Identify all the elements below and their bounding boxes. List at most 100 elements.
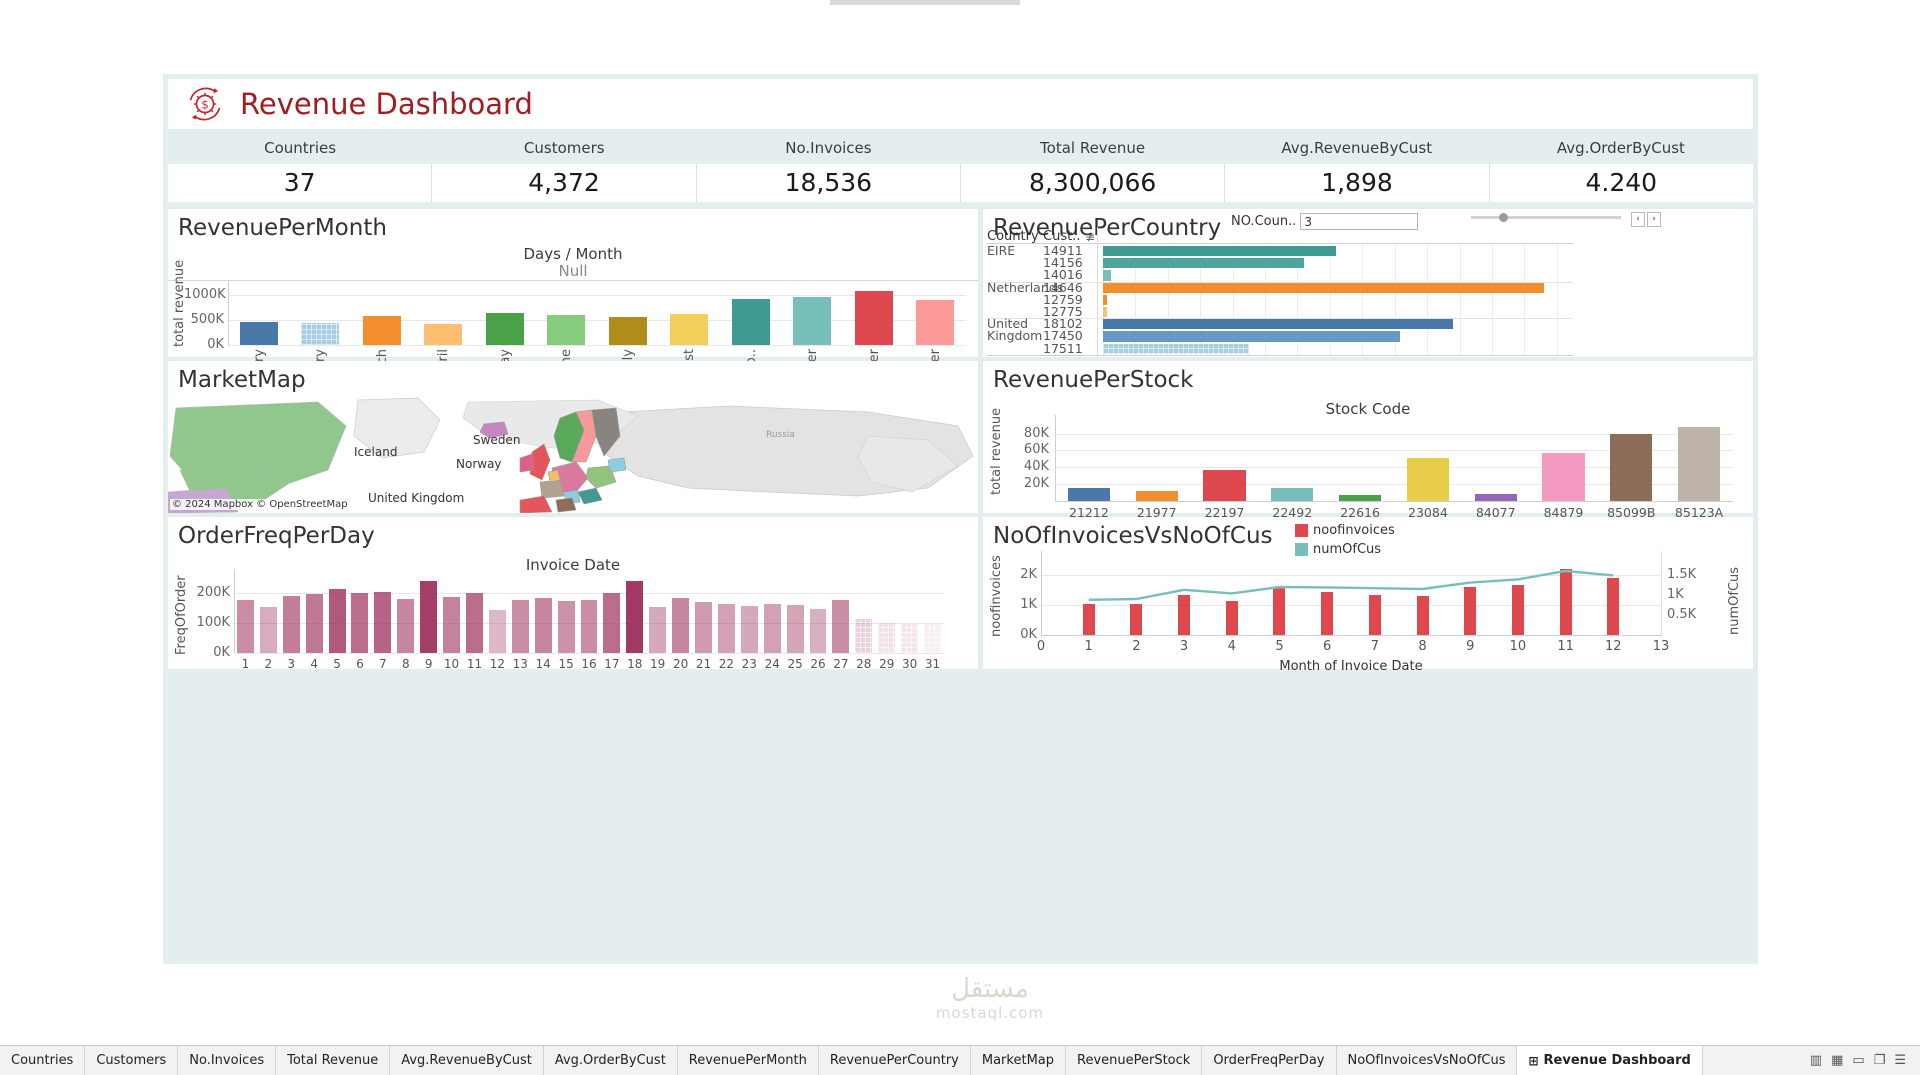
sheet-list-icon[interactable]: ☰ <box>1894 1053 1906 1068</box>
tab-avg-orderbycust[interactable]: Avg.OrderByCust <box>544 1046 678 1075</box>
duplicate-sheet-icon[interactable]: ❐ <box>1874 1053 1886 1068</box>
bar-85099B[interactable] <box>1610 434 1652 501</box>
bar-22197[interactable] <box>1203 470 1245 501</box>
bar-day-6[interactable] <box>351 593 368 653</box>
kpi-value-customers: 4,372 <box>432 164 696 202</box>
bar-June[interactable] <box>547 315 585 346</box>
tab-customers[interactable]: Customers <box>85 1046 178 1075</box>
x-axis-line <box>1055 501 1733 502</box>
bar-March[interactable] <box>363 316 401 345</box>
bar-day-3[interactable] <box>283 596 300 653</box>
panel-revenue-per-stock: RevenuePerStockStock Codetotal revenue20… <box>983 361 1753 513</box>
bar-April[interactable] <box>424 324 462 346</box>
value-bar-5[interactable] <box>1103 307 1107 317</box>
bar-day-19[interactable] <box>649 607 666 654</box>
y-tick-200K: 200K <box>190 585 230 600</box>
bar-day-30[interactable] <box>901 624 918 653</box>
bar-day-21[interactable] <box>695 602 712 653</box>
bar-day-7[interactable] <box>374 592 391 654</box>
legend-item-noofinvoices[interactable]: noofinvoices <box>1295 523 1395 538</box>
tab-avg-revenuebycust[interactable]: Avg.RevenueByCust <box>390 1046 544 1075</box>
bar-day-5[interactable] <box>329 589 346 654</box>
new-dashboard-icon[interactable]: ▦ <box>1831 1053 1843 1068</box>
sort-descending-icon[interactable]: ≢ <box>1085 230 1095 244</box>
slider-track[interactable] <box>1471 216 1621 219</box>
tab-orderfreqperday[interactable]: OrderFreqPerDay <box>1202 1046 1336 1075</box>
tab-revenueperstock[interactable]: RevenuePerStock <box>1066 1046 1202 1075</box>
bar-day-23[interactable] <box>741 606 758 653</box>
value-bar-6[interactable] <box>1103 319 1453 329</box>
new-story-icon[interactable]: ▭ <box>1852 1053 1864 1068</box>
bar-February[interactable] <box>301 323 339 345</box>
bar-day-15[interactable] <box>558 601 575 654</box>
bar-day-16[interactable] <box>581 600 598 653</box>
bar-January[interactable] <box>240 322 278 346</box>
tab-label: Avg.OrderByCust <box>555 1053 666 1068</box>
x-tick-6: 6 <box>1313 639 1341 654</box>
x-label-day-25: 25 <box>784 657 807 671</box>
bar-day-2[interactable] <box>260 607 277 653</box>
chevron-right-icon[interactable]: › <box>1647 212 1661 227</box>
bar-84879[interactable] <box>1542 453 1584 501</box>
bar-October[interactable] <box>793 297 831 345</box>
bar-May[interactable] <box>486 313 524 346</box>
slider-knob[interactable] <box>1499 213 1508 222</box>
bar-day-10[interactable] <box>443 597 460 653</box>
x-label-day-14: 14 <box>532 657 555 671</box>
bar-July[interactable] <box>609 317 647 346</box>
bar-21977[interactable] <box>1136 491 1178 501</box>
map-canvas[interactable] <box>168 396 978 513</box>
bar-day-11[interactable] <box>466 593 483 653</box>
bar-day-29[interactable] <box>878 623 895 653</box>
bar-84077[interactable] <box>1475 494 1517 501</box>
map-label-sweden: Sweden <box>473 433 520 447</box>
tab-revenuepermonth[interactable]: RevenuePerMonth <box>678 1046 819 1075</box>
bar-Septemb..[interactable] <box>732 299 770 346</box>
value-bar-2[interactable] <box>1103 270 1111 280</box>
bar-day-27[interactable] <box>832 600 849 653</box>
tab-revenue-dashboard[interactable]: ⊞Revenue Dashboard <box>1517 1046 1702 1075</box>
bar-21212[interactable] <box>1068 488 1110 501</box>
bar-day-24[interactable] <box>764 604 781 653</box>
map-svg <box>168 396 978 513</box>
bar-85123A[interactable] <box>1678 427 1720 501</box>
bar-day-1[interactable] <box>237 600 254 653</box>
country-count-slider[interactable] <box>1471 216 1621 219</box>
bar-day-4[interactable] <box>306 594 323 653</box>
value-bar-3[interactable] <box>1103 283 1544 293</box>
tab-no-invoices[interactable]: No.Invoices <box>178 1046 276 1075</box>
value-bar-7[interactable] <box>1103 331 1400 341</box>
chevron-left-icon[interactable]: ‹ <box>1631 212 1645 227</box>
bar-day-26[interactable] <box>810 609 827 653</box>
new-worksheet-icon[interactable]: ▥ <box>1810 1053 1822 1068</box>
tab-total-revenue[interactable]: Total Revenue <box>276 1046 390 1075</box>
tab-countries[interactable]: Countries <box>0 1046 85 1075</box>
x-label-day-13: 13 <box>509 657 532 671</box>
bar-day-22[interactable] <box>718 604 735 653</box>
bar-day-18[interactable] <box>626 581 643 653</box>
tab-noofinvoicesvsnoofcus[interactable]: NoOfInvoicesVsNoOfCus <box>1337 1046 1518 1075</box>
value-bar-4[interactable] <box>1103 295 1107 305</box>
value-bar-8[interactable] <box>1103 344 1249 354</box>
bar-August[interactable] <box>670 314 708 345</box>
bar-22492[interactable] <box>1271 488 1313 501</box>
tab-marketmap[interactable]: MarketMap <box>971 1046 1066 1075</box>
bar-December[interactable] <box>916 300 954 345</box>
bar-day-25[interactable] <box>787 605 804 653</box>
bar-day-8[interactable] <box>397 599 414 653</box>
bar-day-28[interactable] <box>855 619 872 653</box>
bar-day-13[interactable] <box>512 600 529 653</box>
bar-day-14[interactable] <box>535 598 552 654</box>
bar-day-20[interactable] <box>672 598 689 654</box>
bar-22616[interactable] <box>1339 495 1381 501</box>
tab-revenuepercountry[interactable]: RevenuePerCountry <box>819 1046 971 1075</box>
bar-day-17[interactable] <box>603 593 620 653</box>
value-bar-0[interactable] <box>1103 246 1336 256</box>
bar-day-9[interactable] <box>420 581 437 653</box>
value-bar-1[interactable] <box>1103 258 1304 268</box>
bar-day-12[interactable] <box>489 610 506 653</box>
bar-23084[interactable] <box>1407 458 1449 501</box>
bar-day-31[interactable] <box>924 624 941 653</box>
bar-November[interactable] <box>855 291 893 345</box>
country-count-filter-input[interactable]: 3 <box>1300 213 1418 230</box>
